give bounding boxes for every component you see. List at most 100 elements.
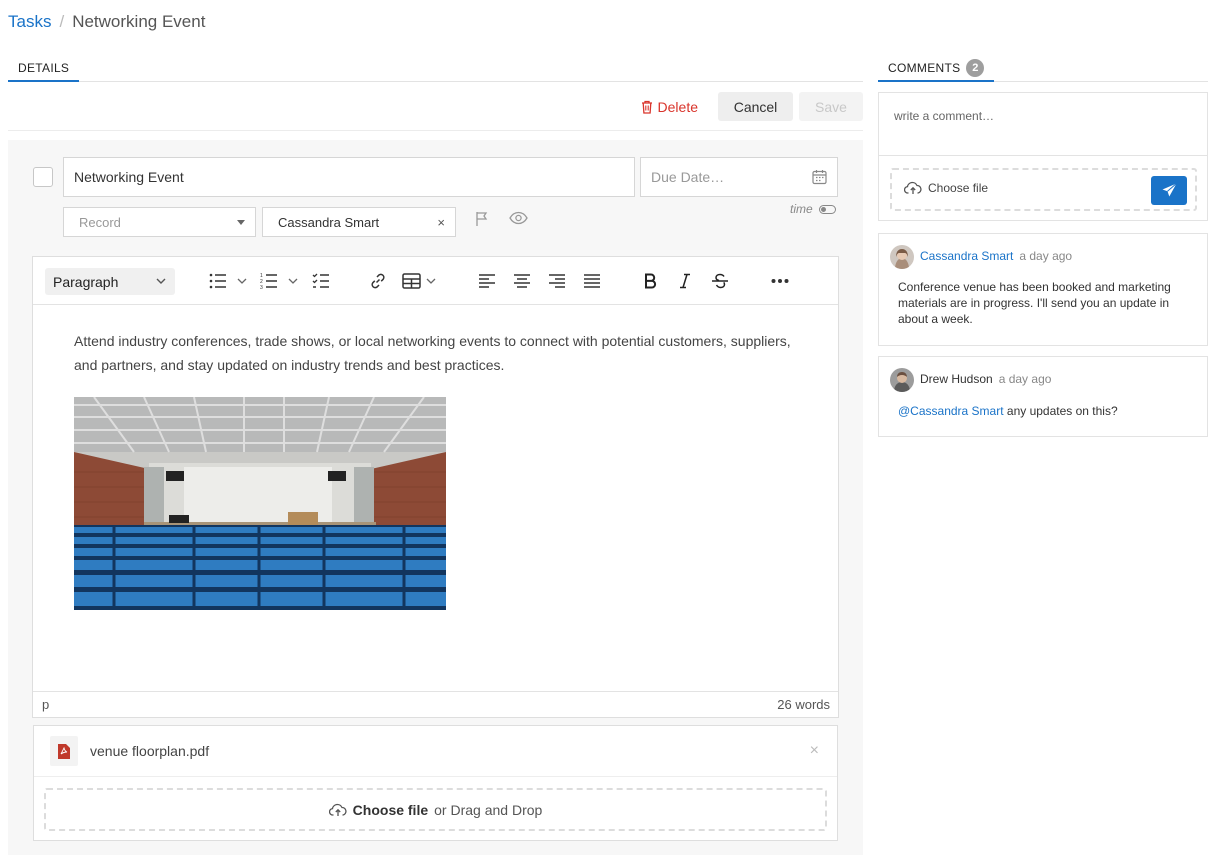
- comment-author[interactable]: Cassandra Smart a day ago: [920, 249, 1072, 263]
- comment-choose-file[interactable]: Choose file: [904, 181, 988, 195]
- svg-text:3: 3: [260, 285, 263, 290]
- send-comment-button[interactable]: [1151, 176, 1187, 205]
- comments-tabbar: COMMENTS 2: [878, 55, 1208, 82]
- caret-down-icon: [237, 220, 245, 225]
- comment-time: a day ago: [1019, 249, 1073, 263]
- time-toggle[interactable]: time: [790, 202, 836, 216]
- details-tabbar: DETAILS: [8, 55, 863, 82]
- comment-time: a day ago: [998, 372, 1052, 386]
- comment-file-dropzone[interactable]: Choose file: [890, 168, 1197, 211]
- trash-icon: [641, 100, 652, 114]
- comment-item: Drew Hudson a day ago @Cassandra Smart an…: [878, 356, 1208, 437]
- comment-text-body: any updates on this?: [1003, 404, 1118, 418]
- choose-file-label: Choose file: [352, 801, 429, 818]
- align-center-button[interactable]: [511, 270, 533, 292]
- drag-drop-label: or Drag and Drop: [434, 801, 543, 818]
- avatar: [890, 245, 914, 269]
- table-button[interactable]: [401, 270, 441, 292]
- rich-text-editor: Paragraph 123 Attend industry conference…: [32, 256, 839, 718]
- comment-composer: write a comment… Choose file: [878, 92, 1208, 221]
- comment-item: Cassandra Smart a day ago Conference venu…: [878, 233, 1208, 346]
- remove-attachment-icon[interactable]: ×: [810, 742, 819, 760]
- attachment-filename[interactable]: venue floorplan.pdf: [90, 743, 209, 759]
- time-toggle-label: time: [790, 202, 813, 216]
- more-horizontal-icon: [771, 279, 789, 283]
- comment-author-name: Cassandra Smart: [920, 249, 1014, 263]
- record-select-placeholder: Record: [79, 214, 121, 230]
- link-button[interactable]: [366, 270, 390, 292]
- avatar: [890, 368, 914, 392]
- breadcrumb-tasks-link[interactable]: Tasks: [8, 12, 51, 32]
- align-right-icon: [549, 274, 565, 288]
- complete-checkbox[interactable]: [33, 167, 53, 187]
- comment-author-name: Drew Hudson: [920, 372, 993, 386]
- comment-text: @Cassandra Smart any updates on this?: [898, 403, 1198, 419]
- action-bar: Delete Cancel Save: [8, 83, 863, 131]
- record-select[interactable]: Record: [63, 207, 256, 237]
- cloud-upload-icon: [904, 181, 922, 194]
- comment-input[interactable]: write a comment…: [879, 93, 1207, 156]
- save-button[interactable]: Save: [799, 92, 863, 121]
- paper-plane-icon: [1162, 183, 1177, 197]
- editor-toolbar: Paragraph 123: [33, 257, 838, 305]
- align-justify-button[interactable]: [581, 270, 603, 292]
- eye-icon[interactable]: [509, 211, 528, 225]
- element-path[interactable]: p: [42, 697, 49, 712]
- mention-link[interactable]: @Cassandra Smart: [898, 404, 1004, 418]
- chevron-down-icon: [156, 278, 166, 284]
- assignee-value: Cassandra Smart: [278, 214, 380, 230]
- cancel-button[interactable]: Cancel: [718, 92, 793, 121]
- align-center-icon: [514, 274, 530, 288]
- italic-icon: [680, 273, 690, 289]
- delete-button-label: Delete: [657, 98, 698, 115]
- checklist-icon: [312, 273, 329, 288]
- auditorium-image: [74, 397, 446, 610]
- editor-statusbar: p 26 words: [33, 691, 838, 717]
- tab-details-label: DETAILS: [18, 60, 70, 75]
- editor-content-text[interactable]: Attend industry conferences, trade shows…: [74, 329, 804, 377]
- strikethrough-icon: [712, 273, 728, 289]
- breadcrumb: Tasks / Networking Event: [8, 12, 205, 32]
- align-right-button[interactable]: [546, 270, 568, 292]
- comment-author[interactable]: Drew Hudson a day ago: [920, 372, 1051, 386]
- page-title: Networking Event: [72, 12, 206, 31]
- tab-comments-label: COMMENTS: [888, 60, 961, 75]
- delete-button[interactable]: Delete: [641, 92, 698, 121]
- bullet-list-button[interactable]: [208, 270, 254, 292]
- file-dropzone[interactable]: Choose file or Drag and Drop: [44, 788, 827, 831]
- align-left-button[interactable]: [476, 270, 498, 292]
- due-date-placeholder: Due Date…: [651, 169, 725, 185]
- clear-assignee-icon[interactable]: ×: [437, 215, 445, 230]
- block-format-select[interactable]: Paragraph: [45, 268, 175, 295]
- comments-count-badge: 2: [966, 58, 985, 77]
- block-format-value: Paragraph: [53, 273, 119, 290]
- bold-icon: [645, 273, 657, 289]
- numbered-list-icon: 123: [260, 273, 298, 290]
- assignee-select[interactable]: Cassandra Smart ×: [262, 207, 456, 237]
- tab-comments[interactable]: COMMENTS 2: [878, 55, 995, 82]
- more-options-button[interactable]: [768, 270, 792, 292]
- numbered-list-button[interactable]: 123: [259, 270, 305, 292]
- link-icon: [371, 273, 385, 289]
- task-title-input[interactable]: Networking Event: [63, 157, 635, 197]
- due-date-input[interactable]: Due Date…: [640, 157, 838, 197]
- align-left-icon: [479, 274, 495, 288]
- bold-button[interactable]: [639, 270, 661, 292]
- tab-details[interactable]: DETAILS: [8, 55, 80, 82]
- comment-text: Conference venue has been booked and mar…: [898, 280, 1171, 326]
- breadcrumb-separator: /: [59, 12, 65, 31]
- word-count[interactable]: 26 words: [777, 697, 830, 712]
- align-justify-icon: [584, 274, 600, 288]
- attachments-panel: venue floorplan.pdf × Choose file or Dra…: [33, 725, 838, 841]
- italic-button[interactable]: [674, 270, 696, 292]
- bullet-list-icon: [209, 273, 247, 289]
- cloud-upload-icon: [328, 803, 347, 816]
- checklist-button[interactable]: [310, 270, 332, 292]
- pdf-file-icon: [50, 736, 78, 766]
- strikethrough-button[interactable]: [709, 270, 731, 292]
- comment-choose-file-label: Choose file: [928, 181, 989, 195]
- flag-icon[interactable]: [475, 211, 489, 227]
- toggle-switch-icon: [818, 204, 836, 214]
- attachment-item: venue floorplan.pdf ×: [34, 726, 837, 777]
- calendar-icon: [812, 170, 827, 185]
